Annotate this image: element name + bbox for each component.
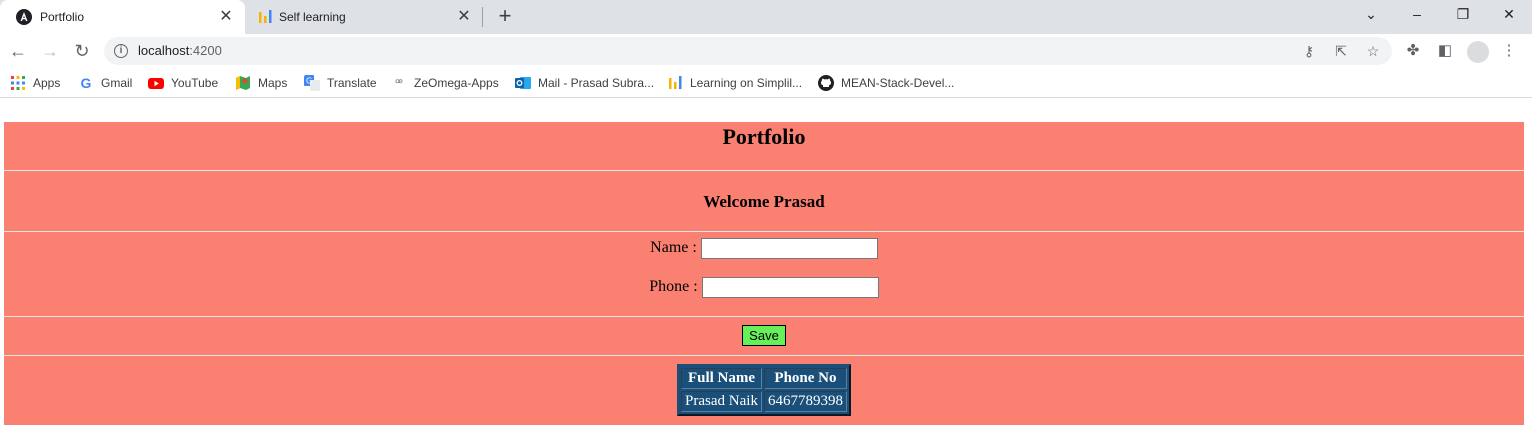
save-row: Save (4, 316, 1524, 356)
url-text: localhost:4200 (138, 43, 222, 58)
tab-self-learning[interactable]: Self learning ✕ (245, 0, 483, 34)
name-input[interactable] (700, 237, 878, 259)
bookmark-label: Gmail (101, 76, 133, 90)
bookmark-mail[interactable]: Mail - Prasad Subra... (515, 74, 654, 92)
reload-icon[interactable]: ↻ (71, 40, 93, 62)
bookmark-label: MEAN-Stack-Devel... (841, 76, 955, 90)
key-icon[interactable]: ⚷ (1300, 42, 1318, 60)
minimize-icon[interactable]: – (1404, 4, 1430, 24)
cell-phone-no: 6467789398 (763, 391, 847, 413)
extensions-icon[interactable]: ✤ (1402, 40, 1424, 62)
phone-label: Phone : (649, 277, 698, 295)
column-header-full-name: Full Name (681, 368, 762, 390)
side-panel-icon[interactable]: ◧ (1434, 40, 1456, 62)
bookmark-label: Apps (33, 76, 61, 90)
angular-icon (16, 9, 32, 25)
table-header-row: Full Name Phone No (681, 368, 847, 390)
bookmark-github[interactable]: MEAN-Stack-Devel... (818, 74, 954, 92)
tab-title: Portfolio (40, 10, 85, 24)
welcome-heading: Welcome Prasad (703, 191, 825, 211)
page-viewport: Portfolio Welcome Prasad Name : Phone : … (0, 102, 1532, 425)
tab-title: Self learning (279, 10, 346, 24)
apps-grid-icon (11, 76, 25, 90)
tab-strip: Portfolio ✕ Self learning ✕ + ⌄ – ❐ ✕ (0, 0, 1532, 34)
bookmark-label: ZeOmega-Apps (414, 76, 499, 90)
bookmark-label: Maps (258, 76, 288, 90)
phone-input[interactable] (701, 276, 879, 298)
portfolio-layout: Portfolio Welcome Prasad Name : Phone : … (4, 122, 1524, 425)
new-tab-icon[interactable]: + (494, 5, 516, 28)
title-row: Portfolio (4, 122, 1524, 171)
data-row: Full Name Phone No Prasad Naik 646778939… (4, 355, 1524, 425)
tab-search-icon[interactable]: ⌄ (1358, 4, 1384, 24)
back-icon[interactable]: ← (7, 40, 29, 62)
bookmark-label: Learning on Simplil... (690, 76, 803, 90)
welcome-row: Welcome Prasad (4, 170, 1524, 232)
address-bar[interactable]: i localhost:4200 ⚷ ⇱ ☆ (104, 37, 1392, 65)
restore-icon[interactable]: ❐ (1450, 4, 1476, 24)
menu-icon[interactable]: ⋮ (1498, 40, 1520, 62)
google-icon: G (80, 75, 92, 91)
bookmark-apps[interactable]: Apps (10, 74, 60, 92)
name-line: Name : (4, 237, 1524, 277)
bookmark-gmail[interactable]: G Gmail (78, 74, 133, 92)
table-row: Prasad Naik 6467789398 (681, 391, 847, 413)
bookmark-translate[interactable]: G Translate (304, 74, 377, 92)
profile-avatar-icon[interactable] (1467, 41, 1489, 63)
youtube-icon (148, 78, 164, 89)
column-header-phone-no: Phone No (763, 368, 847, 390)
github-icon (818, 75, 834, 91)
phone-line: Phone : (4, 276, 1524, 316)
browser-toolbar: ← → ↻ i localhost:4200 ⚷ ⇱ ☆ ✤ ◧ ⋮ (0, 34, 1532, 68)
info-icon[interactable]: i (114, 44, 128, 58)
share-icon[interactable]: ⇱ (1332, 42, 1350, 60)
bookmark-zeomega[interactable]: ꟹ ZeOmega-Apps (391, 74, 499, 92)
forward-icon[interactable]: → (39, 40, 61, 62)
save-button[interactable]: Save (742, 325, 786, 346)
bookmark-label: YouTube (171, 76, 219, 90)
maps-icon (236, 76, 250, 90)
tab-portfolio[interactable]: Portfolio ✕ (0, 0, 245, 34)
close-tab-icon[interactable]: ✕ (217, 8, 235, 26)
star-icon[interactable]: ☆ (1364, 42, 1382, 60)
bookmarks-bar: Apps G Gmail YouTube Maps G Translate ꟹ … (0, 68, 1532, 98)
close-window-icon[interactable]: ✕ (1496, 4, 1522, 24)
bookmark-label: Mail - Prasad Subra... (538, 76, 655, 90)
bookmark-learning[interactable]: Learning on Simplil... (667, 74, 802, 92)
zeomega-icon: ꟹ (395, 76, 403, 90)
bookmark-label: Translate (327, 76, 377, 90)
svg-text:G: G (306, 77, 312, 86)
bookmark-youtube[interactable]: YouTube (148, 74, 218, 92)
contacts-table: Full Name Phone No Prasad Naik 646778939… (677, 364, 851, 417)
form-row: Name : Phone : (4, 231, 1524, 317)
tab-separator (482, 7, 483, 27)
outlook-icon (515, 77, 531, 89)
bookmark-maps[interactable]: Maps (235, 74, 287, 92)
close-tab-icon[interactable]: ✕ (455, 8, 473, 26)
bar-chart-icon (669, 76, 682, 89)
name-label: Name : (650, 238, 697, 256)
translate-icon: G (304, 75, 320, 91)
bar-chart-icon (259, 10, 272, 23)
page-title: Portfolio (722, 124, 806, 149)
cell-full-name: Prasad Naik (681, 391, 762, 413)
